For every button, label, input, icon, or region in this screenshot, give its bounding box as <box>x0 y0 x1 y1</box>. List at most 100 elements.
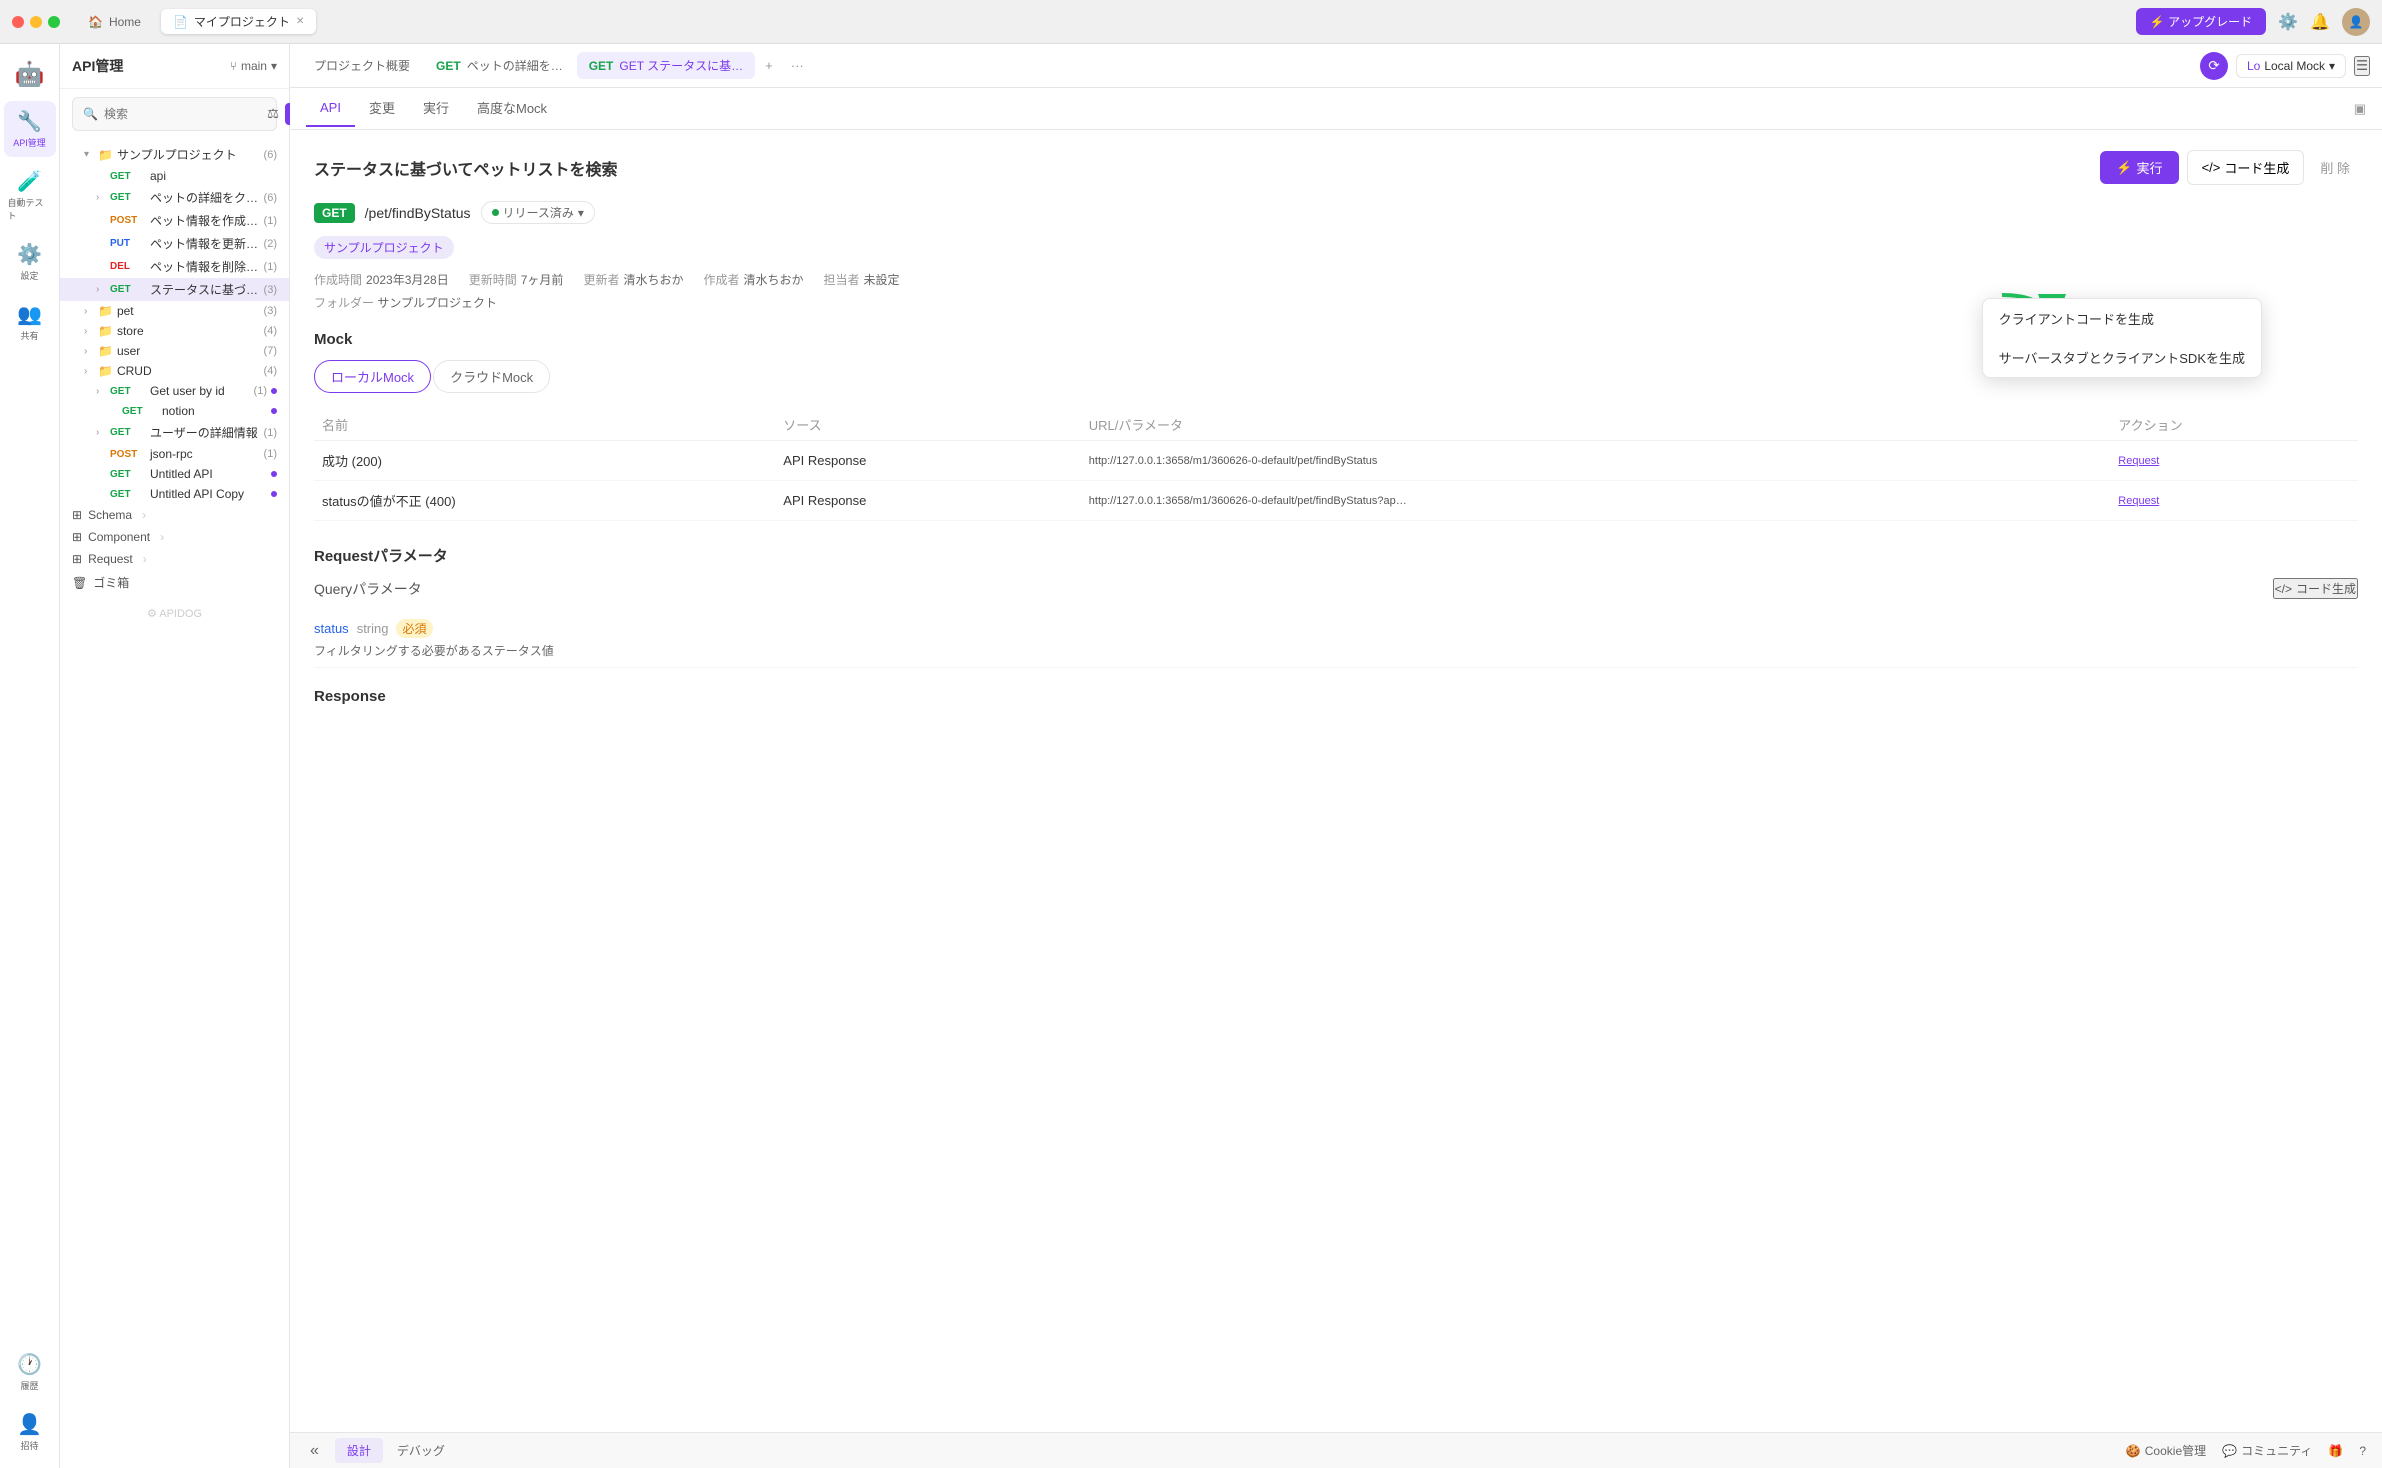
folder-icon: 📁 <box>98 364 113 378</box>
filter-button[interactable]: ⚖ <box>265 103 281 125</box>
mock-icon: Lo <box>2247 59 2260 73</box>
schema-section[interactable]: ⊞ Schema › <box>60 504 289 526</box>
nav-tab-pet-detail[interactable]: GET ペットの詳細を… <box>424 52 575 79</box>
dropdown-item-client-code[interactable]: クライアントコードを生成 <box>1983 299 2261 338</box>
avatar[interactable]: 👤 <box>2342 8 2370 36</box>
tree-item-untitled-api[interactable]: GET Untitled API <box>60 464 289 484</box>
sidebar-item-invite[interactable]: 👤 招待 <box>4 1404 56 1460</box>
chevron-left-icon[interactable]: « <box>306 1440 323 1462</box>
method-get-badge: GET <box>110 469 146 480</box>
tree-item-del-pet[interactable]: DEL ペット情報を削除… (1) <box>60 255 289 278</box>
tree-label: Untitled API <box>150 467 267 481</box>
local-mock-label: Local Mock <box>2264 59 2325 73</box>
tree-item-sample-project[interactable]: ▾ 📁 サンプルプロジェクト (6) <box>60 143 289 166</box>
tree-label: json-rpc <box>150 447 260 461</box>
method-put-badge: PUT <box>110 238 146 249</box>
tree-item-notion[interactable]: GET notion <box>60 401 289 421</box>
tree-item-put-pet[interactable]: PUT ペット情報を更新… (2) <box>60 232 289 255</box>
add-tab-button[interactable]: + <box>757 54 781 77</box>
param-row: status string 必須 フィルタリングする必要があるステータス値 <box>314 611 2358 668</box>
invite-icon: 👤 <box>17 1412 42 1437</box>
nav-tab-status[interactable]: GET GET ステータスに基… <box>577 52 755 79</box>
question-icon: ? <box>2359 1444 2366 1458</box>
tree-item-untitled-api-copy[interactable]: GET Untitled API Copy <box>60 484 289 504</box>
params-code-gen-button[interactable]: </> コード生成 <box>2273 578 2358 599</box>
close-button[interactable] <box>12 16 24 28</box>
tree-item-user-detail[interactable]: › GET ユーザーの詳細情報 (1) <box>60 421 289 444</box>
tree-item-user[interactable]: › 📁 user (7) <box>60 341 289 361</box>
content-tabs: API 変更 実行 高度なMock ▣ <box>290 88 2382 130</box>
meta-creator-label: 作成者 <box>703 271 739 288</box>
tab-advanced-mock[interactable]: 高度なMock <box>463 88 561 129</box>
settings-icon[interactable]: ⚙️ <box>2278 12 2298 32</box>
tree-item-post-pet[interactable]: POST ペット情報を作成… (1) <box>60 209 289 232</box>
request-section[interactable]: ⊞ Request › <box>60 548 289 570</box>
tree-item-crud[interactable]: › 📁 CRUD (4) <box>60 361 289 381</box>
maximize-button[interactable] <box>48 16 60 28</box>
panel-toggle-button[interactable]: ▣ <box>2354 101 2366 117</box>
folder-icon: 📁 <box>98 344 113 358</box>
dropdown-item-server-stub[interactable]: サーバースタブとクライアントSDKを生成 <box>1983 338 2261 377</box>
share-icon: 👥 <box>17 302 42 327</box>
community-button[interactable]: 💬 コミュニティ <box>2222 1442 2312 1459</box>
component-section[interactable]: ⊞ Component › <box>60 526 289 548</box>
tab-close-icon[interactable]: ✕ <box>296 16 304 27</box>
menu-button[interactable]: ☰ <box>2354 56 2370 76</box>
tab-changes[interactable]: 変更 <box>355 88 409 129</box>
nav-tab-overview[interactable]: プロジェクト概要 <box>302 52 422 79</box>
minimize-button[interactable] <box>30 16 42 28</box>
trash-section[interactable]: 🗑 ゴミ箱 <box>60 570 289 595</box>
sidebar-item-settings[interactable]: ⚙️ 設定 <box>4 234 56 290</box>
search-input[interactable] <box>104 107 259 121</box>
sidebar-item-share[interactable]: 👥 共有 <box>4 294 56 350</box>
meta-updated-label: 更新時間 <box>469 271 517 288</box>
debug-tab[interactable]: デバッグ <box>385 1438 457 1463</box>
local-mock-tab[interactable]: ローカルMock <box>314 360 431 393</box>
help-button[interactable]: 🎁 <box>2328 1444 2343 1458</box>
meta-updated-value: 7ヶ月前 <box>521 271 564 288</box>
question-button[interactable]: ? <box>2359 1444 2366 1458</box>
tab-api[interactable]: API <box>306 90 355 127</box>
table-row: statusの値が不正 (400) API Response http://12… <box>314 481 2358 521</box>
code-gen-button[interactable]: </> コード生成 <box>2187 150 2305 185</box>
home-tab-label: Home <box>109 15 141 29</box>
tree-item-pet-detail[interactable]: › GET ペットの詳細をク… (6) <box>60 186 289 209</box>
schema-icon: ⊞ <box>72 508 82 522</box>
tree-item-store[interactable]: › 📁 store (4) <box>60 321 289 341</box>
cloud-mock-tab[interactable]: クラウドMock <box>433 360 550 393</box>
col-action: アクション <box>2110 409 2358 441</box>
sidebar-item-autotest[interactable]: 🧪 自動テスト <box>4 161 56 230</box>
cookie-button[interactable]: 🍪 Cookie管理 <box>2126 1442 2206 1459</box>
tree-item-get-status[interactable]: › GET ステータスに基づ… (3) <box>60 278 289 301</box>
project-tab[interactable]: 📄 マイプロジェクト ✕ <box>161 9 316 34</box>
tab-run[interactable]: 実行 <box>409 88 463 129</box>
tree-item-pet[interactable]: › 📁 pet (3) <box>60 301 289 321</box>
delete-button[interactable]: 削 除 <box>2312 151 2358 184</box>
sidebar-item-api[interactable]: 🔧 API管理 <box>4 101 56 157</box>
chevron-right-icon: › <box>143 552 147 566</box>
param-required: 必須 <box>396 619 432 638</box>
tree-item-get-user-by-id[interactable]: › GET Get user by id (1) <box>60 381 289 401</box>
branch-selector[interactable]: ⑂ main ▾ <box>230 59 277 73</box>
row-action[interactable]: Request <box>2110 441 2358 481</box>
tree-label: Untitled API Copy <box>150 487 267 501</box>
sidebar-item-history[interactable]: 🕐 履歴 <box>4 1344 56 1400</box>
local-mock-selector[interactable]: Lo Local Mock ▾ <box>2236 54 2346 78</box>
tree-item-json-rpc[interactable]: POST json-rpc (1) <box>60 444 289 464</box>
tree-label: ユーザーの詳細情報 <box>150 424 260 441</box>
status-pill[interactable]: リリース済み ▾ <box>481 201 595 224</box>
content-body: ステータスに基づいてペットリストを検索 ⚡ 実行 </> コード生成 削 除 <box>290 130 2382 1432</box>
notifications-icon[interactable]: 🔔 <box>2310 12 2330 32</box>
count-badge: (2) <box>264 238 277 250</box>
status-label: リリース済み <box>503 204 574 221</box>
row-action[interactable]: Request <box>2110 481 2358 521</box>
count-badge: (6) <box>264 192 277 204</box>
more-tabs-button[interactable]: ··· <box>783 54 812 77</box>
history-icon: 🕐 <box>17 1352 42 1377</box>
run-button[interactable]: ⚡ 実行 <box>2100 151 2178 184</box>
history-button[interactable]: ⟳ <box>2200 52 2228 80</box>
tree-item-api[interactable]: GET api <box>60 166 289 186</box>
design-tab[interactable]: 設計 <box>335 1438 383 1463</box>
upgrade-button[interactable]: ⚡ アップグレード <box>2136 8 2266 35</box>
home-tab[interactable]: 🏠 Home <box>76 11 153 33</box>
